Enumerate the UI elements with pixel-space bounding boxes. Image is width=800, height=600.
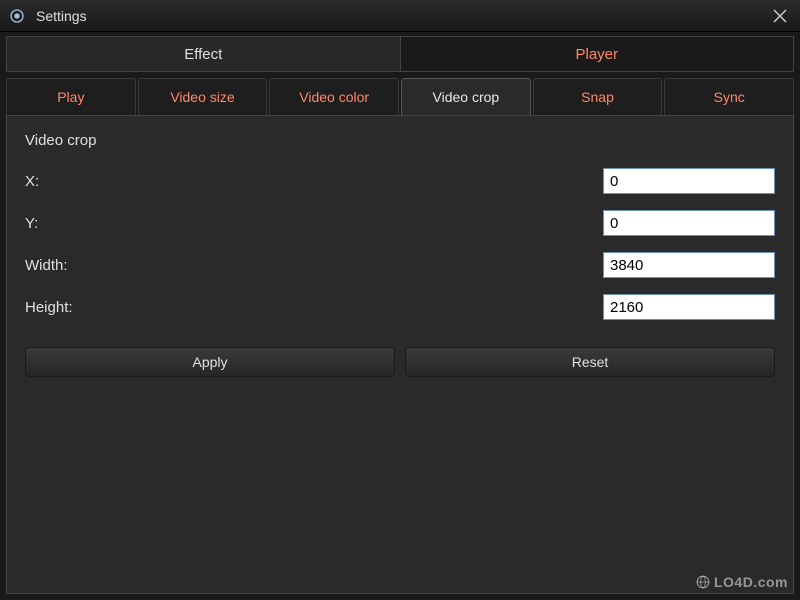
subtab-play[interactable]: Play <box>6 78 136 115</box>
watermark-text: LO4D.com <box>714 574 788 590</box>
reset-button-label: Reset <box>572 354 609 370</box>
tab-player-label: Player <box>575 46 618 63</box>
tab-effect[interactable]: Effect <box>7 37 401 71</box>
subtab-snap-label: Snap <box>581 89 614 105</box>
subtab-video-crop-label: Video crop <box>433 89 500 105</box>
subtab-video-color[interactable]: Video color <box>269 78 399 115</box>
subtab-video-size[interactable]: Video size <box>138 78 268 115</box>
globe-icon <box>696 575 710 589</box>
subtab-video-size-label: Video size <box>170 89 234 105</box>
label-height: Height: <box>25 299 73 316</box>
subtab-sync[interactable]: Sync <box>664 78 794 115</box>
subtab-video-color-label: Video color <box>299 89 369 105</box>
subtab-video-crop[interactable]: Video crop <box>401 78 531 115</box>
watermark: LO4D.com <box>696 574 788 590</box>
subtab-snap[interactable]: Snap <box>533 78 663 115</box>
sub-tabs: Play Video size Video color Video crop S… <box>6 78 794 116</box>
subtab-sync-label: Sync <box>714 89 745 105</box>
tab-effect-label: Effect <box>184 46 222 63</box>
label-x: X: <box>25 173 39 190</box>
apply-button-label: Apply <box>192 354 227 370</box>
close-icon <box>773 9 787 23</box>
label-y: Y: <box>25 215 38 232</box>
content-panel: Video crop X: Y: Width: Height: Apply <box>6 116 794 594</box>
section-title: Video crop <box>25 132 775 149</box>
settings-window: Settings Effect Player Play Video size V… <box>0 0 800 600</box>
input-height[interactable] <box>603 294 775 320</box>
button-row: Apply Reset <box>25 347 775 377</box>
titlebar: Settings <box>0 0 800 32</box>
subtab-play-label: Play <box>57 89 84 105</box>
app-icon <box>8 7 26 25</box>
field-row-y: Y: <box>25 209 775 237</box>
input-width[interactable] <box>603 252 775 278</box>
label-width: Width: <box>25 257 68 274</box>
input-y[interactable] <box>603 210 775 236</box>
apply-button[interactable]: Apply <box>25 347 395 377</box>
field-row-width: Width: <box>25 251 775 279</box>
window-title: Settings <box>36 8 87 24</box>
field-row-height: Height: <box>25 293 775 321</box>
reset-button[interactable]: Reset <box>405 347 775 377</box>
tab-player[interactable]: Player <box>401 37 794 71</box>
close-button[interactable] <box>768 4 792 28</box>
main-tabs: Effect Player <box>6 36 794 72</box>
field-row-x: X: <box>25 167 775 195</box>
input-x[interactable] <box>603 168 775 194</box>
